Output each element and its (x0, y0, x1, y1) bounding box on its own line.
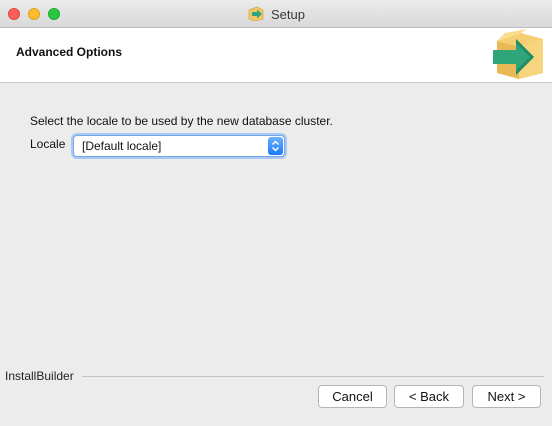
locale-select-value: [Default locale] (82, 139, 162, 153)
page-title: Advanced Options (16, 45, 123, 59)
cancel-button[interactable]: Cancel (318, 385, 387, 408)
locale-select[interactable]: [Default locale] (73, 135, 285, 157)
window-title: Setup (271, 6, 305, 22)
title-bar: Setup (0, 0, 552, 28)
package-arrow-icon (248, 6, 264, 22)
locale-label: Locale (30, 137, 66, 151)
header-panel: Advanced Options (0, 28, 552, 83)
updown-chevron-icon[interactable] (268, 137, 283, 155)
window-title-group: Setup (0, 0, 552, 28)
back-button[interactable]: < Back (394, 385, 464, 408)
next-button[interactable]: Next > (472, 385, 541, 408)
package-arrow-icon (493, 29, 543, 79)
locale-description: Select the locale to be used by the new … (30, 114, 333, 128)
footer-divider (82, 376, 544, 377)
installbuilder-brand: InstallBuilder (5, 369, 74, 383)
